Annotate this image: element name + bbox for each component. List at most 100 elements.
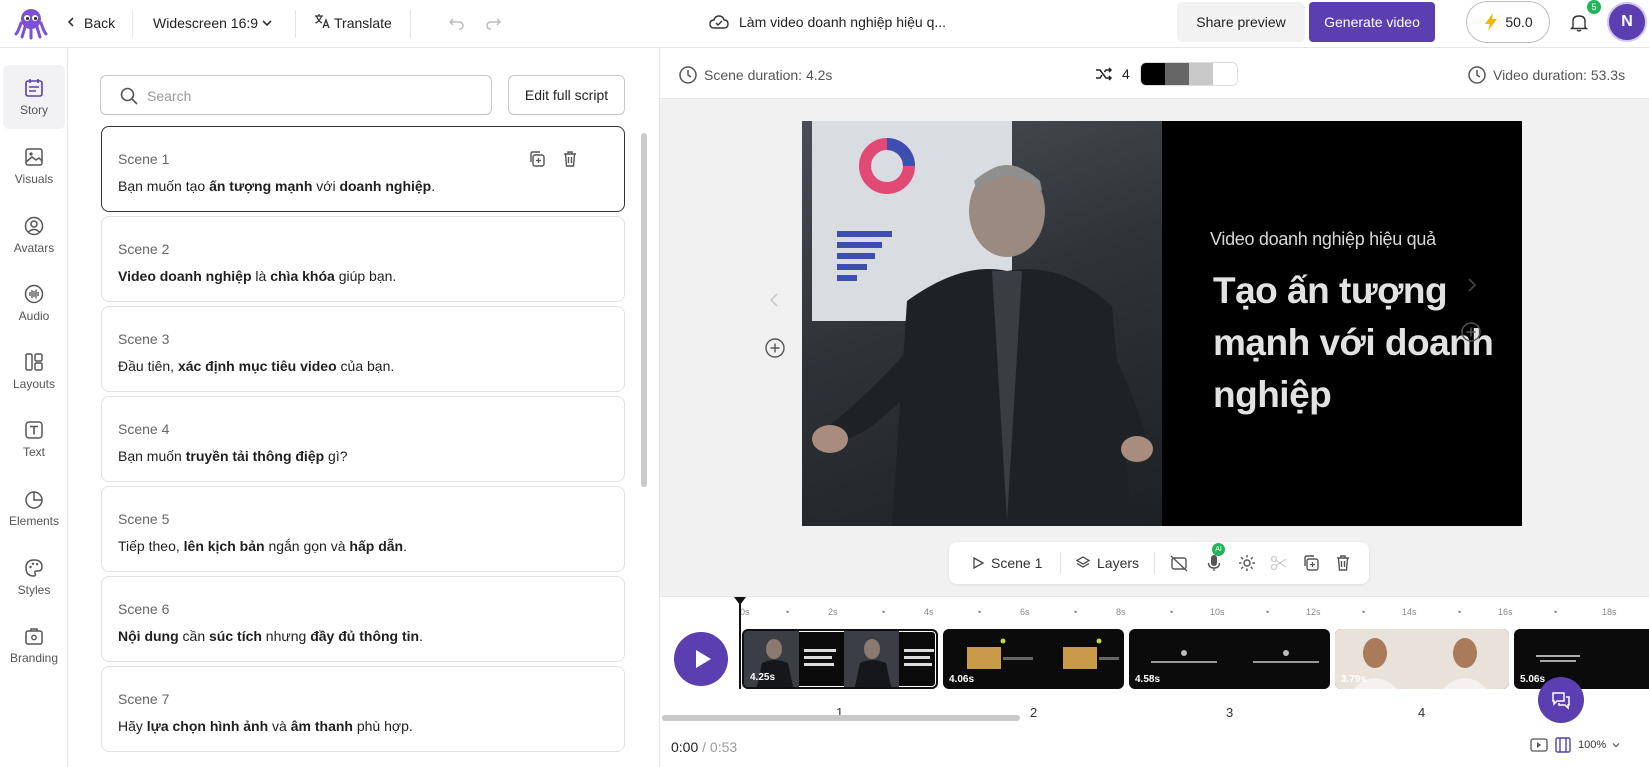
translate-button[interactable]: Translate	[334, 14, 392, 32]
scene-script[interactable]: Nội dung cần súc tích nhưng đầy đủ thông…	[118, 628, 423, 644]
scene-preview-canvas[interactable]: Video doanh nghiệp hiệu quả Tạo ấn tượng…	[802, 121, 1522, 526]
aspect-ratio-dropdown[interactable]: Widescreen 16:9	[153, 14, 258, 32]
search-input[interactable]	[147, 84, 477, 108]
sidebar-item-avatars[interactable]: Avatars	[0, 203, 68, 267]
trash-icon[interactable]	[560, 149, 580, 169]
scene-card[interactable]: Scene 2 Video doanh nghiệp là chìa khóa …	[101, 216, 625, 302]
notification-count-badge: 5	[1587, 0, 1601, 14]
preview-subtitle[interactable]: Video doanh nghiệp hiệu quả	[1210, 229, 1436, 250]
scene-script[interactable]: Đầu tiên, xác định mục tiêu video của bạ…	[118, 358, 394, 374]
ruler-tick: •	[978, 607, 982, 617]
video-duration-text: Video duration: 53.3s	[1493, 67, 1626, 83]
play-scene-button[interactable]: Scene 1	[971, 555, 1042, 571]
next-scene-arrow-icon[interactable]	[1461, 275, 1481, 295]
user-avatar[interactable]: N	[1607, 2, 1647, 42]
script-text: với	[312, 178, 340, 194]
scissors-icon[interactable]	[1269, 553, 1289, 573]
add-scene-before-icon[interactable]	[764, 337, 786, 359]
play-button[interactable]	[674, 632, 728, 686]
script-emphasis: chìa khóa	[270, 268, 335, 284]
scene-card[interactable]: Scene 6 Nội dung cần súc tích nhưng đầy …	[101, 576, 625, 662]
duplicate-scene-icon[interactable]	[1301, 553, 1321, 573]
bell-icon[interactable]	[1567, 10, 1591, 34]
gear-icon[interactable]	[1237, 553, 1257, 573]
timeline-clip[interactable]: 4.58s	[1129, 629, 1330, 689]
back-button[interactable]: Back	[84, 14, 115, 32]
sidebar-item-text[interactable]: Text	[0, 407, 68, 471]
shuffle-colors[interactable]: 4	[1094, 64, 1130, 84]
palette-swatch[interactable]	[1213, 63, 1237, 85]
playhead[interactable]	[739, 597, 741, 689]
ai-badge: AI	[1212, 543, 1225, 556]
presenter-photo[interactable]	[802, 121, 1162, 526]
ruler-tick: •	[786, 607, 790, 617]
sidebar-item-visuals[interactable]: Visuals	[0, 134, 68, 198]
scene-script[interactable]: Bạn muốn truyền tải thông điệp gì?	[118, 448, 348, 464]
zoom-level[interactable]: 100%	[1578, 739, 1606, 751]
text-icon	[25, 421, 43, 439]
script-emphasis: ấn tượng mạnh	[209, 178, 313, 194]
scene-card[interactable]: Scene 4 Bạn muốn truyền tải thông điệp g…	[101, 396, 625, 482]
edit-full-script-button[interactable]: Edit full script	[508, 75, 625, 115]
sidebar-item-story[interactable]: Story	[3, 65, 65, 129]
scene-script[interactable]: Tiếp theo, lên kịch bản ngắn gọn và hấp …	[118, 538, 407, 554]
scene-card[interactable]: Scene 7 Hãy lựa chọn hình ảnh và âm than…	[101, 666, 625, 752]
scene-card[interactable]: Scene 5 Tiếp theo, lên kịch bản ngắn gọn…	[101, 486, 625, 572]
sidebar-item-branding[interactable]: Branding	[0, 613, 68, 677]
video-duration: Video duration: 53.3s	[1467, 65, 1625, 85]
palette-swatch[interactable]	[1189, 63, 1213, 85]
scene-title: Scene 1	[118, 151, 170, 167]
scene-card[interactable]: Scene 3 Đầu tiên, xác định mục tiêu vide…	[101, 306, 625, 392]
color-palette[interactable]	[1140, 62, 1238, 86]
businessman-silhouette-icon	[812, 165, 1153, 526]
previous-scene-arrow-icon[interactable]	[765, 290, 785, 310]
separator	[1154, 552, 1155, 574]
timeline-clip[interactable]: 3.79s	[1335, 629, 1509, 689]
scene-script[interactable]: Hãy lựa chọn hình ảnh và âm thanh phù hợ…	[118, 718, 413, 734]
chevron-down-icon[interactable]	[261, 17, 273, 29]
timeline-clip[interactable]: 5.06s	[1514, 629, 1649, 689]
credits-value: 50.0	[1505, 14, 1533, 30]
generate-video-button[interactable]: Generate video	[1309, 2, 1435, 42]
script-text: cần	[178, 628, 210, 644]
octopus-logo-icon[interactable]	[14, 6, 48, 40]
timeline-scrollbar[interactable]	[662, 715, 1020, 721]
scene-card[interactable]: Scene 1 Bạn muốn tạo ấn tượng mạnh với d…	[101, 126, 625, 212]
chevron-left-icon[interactable]	[64, 15, 78, 29]
translate-icon[interactable]	[313, 12, 331, 30]
palette-swatch[interactable]	[1165, 63, 1189, 85]
duration-bar: Scene duration: 4.2s 4 Video duration: 5…	[660, 48, 1649, 99]
credits-badge[interactable]: 50.0	[1466, 1, 1550, 43]
chevron-down-icon[interactable]	[1612, 741, 1620, 749]
timeline-clip[interactable]: 4.06s	[943, 629, 1124, 689]
sidebar-item-styles[interactable]: Styles	[0, 545, 68, 609]
microphone-icon[interactable]	[1204, 553, 1224, 573]
preview-title[interactable]: Tạo ấn tượng mạnh với doanh nghiệp	[1213, 265, 1503, 421]
zoom-timeline-icon[interactable]	[1554, 736, 1572, 754]
script-emphasis: xác định mục tiêu video	[177, 358, 337, 374]
ruler-tick: 14s	[1402, 607, 1417, 617]
hide-media-icon[interactable]	[1169, 553, 1189, 573]
palette-swatch[interactable]	[1141, 63, 1165, 85]
share-preview-button[interactable]: Share preview	[1177, 2, 1305, 42]
scene-script[interactable]: Bạn muốn tạo ấn tượng mạnh với doanh ngh…	[118, 178, 435, 194]
add-scene-after-icon[interactable]	[1460, 321, 1482, 343]
sidebar-item-audio[interactable]: Audio	[0, 271, 68, 335]
chat-support-button[interactable]	[1538, 677, 1584, 723]
document-title[interactable]: Làm video doanh nghiệp hiệu q...	[739, 14, 946, 30]
sidebar-item-layouts[interactable]: Layouts	[0, 339, 68, 403]
redo-icon[interactable]	[483, 13, 503, 33]
script-emphasis: hấp dẫn	[349, 538, 404, 554]
scene-script[interactable]: Video doanh nghiệp là chìa khóa giúp bạn…	[118, 268, 396, 284]
scene-title: Scene 6	[118, 601, 170, 617]
current-time: 0:00	[671, 739, 699, 755]
fit-timeline-icon[interactable]	[1530, 737, 1548, 753]
duplicate-icon[interactable]	[527, 149, 547, 169]
undo-icon[interactable]	[447, 13, 467, 33]
layers-button[interactable]: Layers	[1075, 555, 1139, 571]
sidebar-item-elements[interactable]: Elements	[0, 476, 68, 540]
search-box[interactable]	[100, 75, 492, 115]
trash-icon[interactable]	[1333, 553, 1353, 573]
story-scrollbar[interactable]	[641, 133, 647, 487]
timeline-clip[interactable]: 4.25s	[742, 629, 938, 689]
